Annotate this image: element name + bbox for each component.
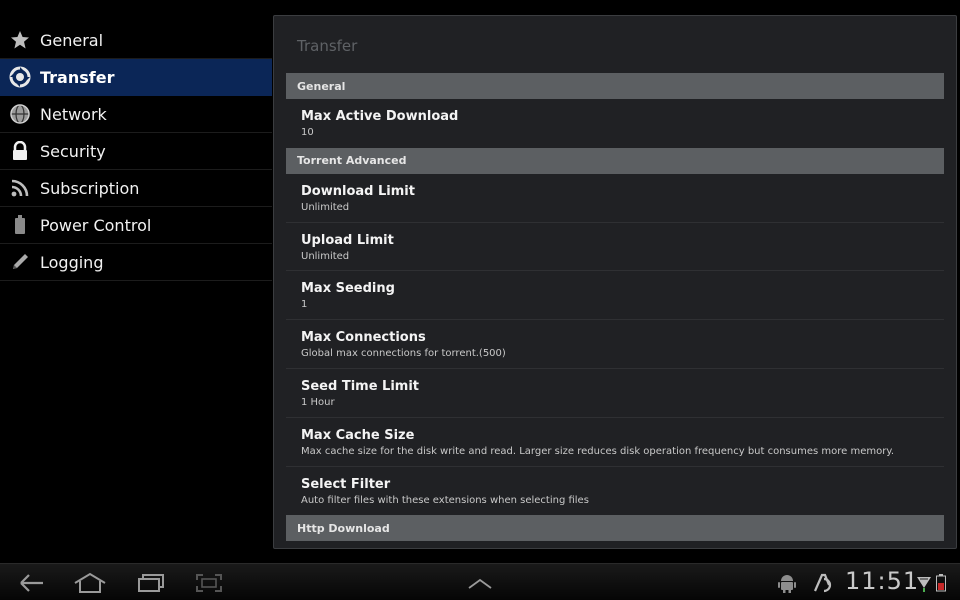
pref-title: Max Connections: [301, 330, 426, 346]
globe-icon: [9, 103, 31, 125]
sidebar-item-power-control[interactable]: Power Control: [0, 207, 272, 244]
sidebar-item-network[interactable]: Network: [0, 96, 272, 133]
pref-upload-limit[interactable]: Upload Limit Unlimited: [286, 223, 944, 272]
pref-title: Max Active Download: [301, 109, 459, 124]
home-icon[interactable]: [72, 570, 108, 596]
battery-icon[interactable]: [934, 570, 948, 596]
pref-title: Max Cache Size: [301, 427, 415, 443]
transfer-preferences-panel: Transfer General Max Active Download 10 …: [273, 15, 957, 549]
android-icon[interactable]: [776, 570, 798, 596]
app-notification-icon[interactable]: [812, 570, 834, 596]
sidebar-item-label: General: [40, 30, 104, 50]
recent-apps-icon[interactable]: [136, 570, 166, 596]
pref-title: Seed Time Limit: [301, 378, 419, 394]
pref-summary: 1: [301, 299, 308, 311]
pref-summary: Unlimited: [301, 250, 350, 262]
screenshot-icon[interactable]: [194, 570, 224, 596]
pref-max-connections[interactable]: Max Connections Global max connections f…: [286, 320, 944, 369]
pref-max-active-download[interactable]: Max Active Download 10: [286, 99, 944, 148]
settings-sidebar: General Transfer Network Security Subscr…: [0, 22, 272, 281]
pref-title: Select Filter: [301, 476, 391, 492]
chevron-up-icon[interactable]: [466, 570, 494, 596]
pencil-icon: [9, 251, 31, 273]
pref-summary: 1 Hour: [301, 396, 335, 408]
pref-max-seeding[interactable]: Max Seeding 1: [286, 271, 944, 321]
status-clock: 11:51: [845, 567, 920, 595]
sidebar-item-label: Logging: [40, 252, 104, 272]
rss-icon: [9, 177, 31, 199]
sidebar-item-label: Transfer: [40, 67, 115, 87]
lock-icon: [9, 140, 31, 162]
transfer-icon: [9, 66, 31, 88]
sidebar-item-label: Security: [40, 141, 106, 161]
battery-icon: [9, 214, 31, 236]
sidebar-item-label: Power Control: [40, 215, 152, 235]
preference-list: General Max Active Download 10 Torrent A…: [286, 73, 944, 542]
pref-title: Upload Limit: [301, 232, 394, 248]
pref-max-cache-size[interactable]: Max Cache Size Max cache size for the di…: [286, 418, 944, 467]
pref-select-filter[interactable]: Select Filter Auto filter files with the…: [286, 467, 944, 516]
sidebar-item-transfer[interactable]: Transfer: [0, 59, 272, 96]
sidebar-item-subscription[interactable]: Subscription: [0, 170, 272, 207]
sidebar-item-label: Subscription: [40, 178, 140, 198]
panel-title: Transfer: [297, 37, 358, 55]
sidebar-item-general[interactable]: General: [0, 22, 272, 59]
pref-summary: Global max connections for torrent.(500): [301, 348, 506, 360]
category-torrent-advanced: Torrent Advanced: [286, 147, 944, 174]
sidebar-item-logging[interactable]: Logging: [0, 244, 272, 281]
wifi-icon[interactable]: [916, 570, 932, 596]
category-general: General: [286, 73, 944, 99]
pref-summary: Max cache size for the disk write and re…: [301, 445, 895, 457]
pref-download-limit[interactable]: Download Limit Unlimited: [286, 174, 944, 223]
system-bar: 11:51: [0, 563, 960, 600]
sidebar-item-label: Network: [40, 104, 107, 124]
pref-summary: Unlimited: [301, 201, 350, 213]
category-http-download: Http Download: [286, 515, 944, 542]
pref-title: Max Seeding: [301, 281, 395, 297]
pref-summary: Auto filter files with these extensions …: [301, 494, 589, 506]
sidebar-item-security[interactable]: Security: [0, 133, 272, 170]
pref-seed-time-limit[interactable]: Seed Time Limit 1 Hour: [286, 369, 944, 418]
pref-summary: 10: [301, 127, 314, 138]
back-icon[interactable]: [14, 570, 48, 596]
star-icon: [9, 29, 31, 51]
pref-title: Download Limit: [301, 183, 415, 199]
